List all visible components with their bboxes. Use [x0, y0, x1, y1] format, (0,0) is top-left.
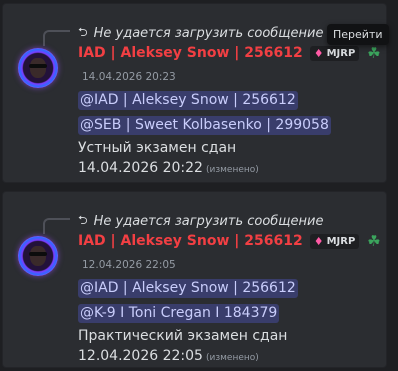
message-timestamp[interactable]: 12.04.2026 22:05 [82, 259, 176, 271]
edited-label: (изменено) [205, 165, 259, 175]
message-body: @IAD | Aleksey Snow | 256612 @K-9 I Toni… [78, 277, 298, 368]
guild-tag[interactable]: ♦ MJRP [309, 233, 360, 249]
user-mention[interactable]: @SEB | Sweet Kolbasenko | 299058 [78, 116, 331, 135]
message-date-line: 14.04.2026 20:22 (изменено) [78, 159, 331, 180]
author-name[interactable]: IAD | Aleksey Snow | 256612 [78, 233, 303, 249]
clover-icon[interactable]: ☘ [367, 232, 380, 250]
user-mention[interactable]: @IAD | Aleksey Snow | 256612 [78, 279, 298, 298]
tag-label: MJRP [326, 47, 356, 59]
message-card[interactable]: ⮌ Не удается загрузить сообщение IAD | A… [2, 3, 389, 183]
message-header: IAD | Aleksey Snow | 256612 ♦ MJRP ☘ [78, 44, 381, 62]
message-timestamp[interactable]: 14.04.2026 20:23 [82, 71, 176, 83]
reply-connector [43, 218, 70, 234]
user-mention[interactable]: @IAD | Aleksey Snow | 256612 [78, 91, 298, 110]
gem-icon: ♦ [313, 234, 324, 248]
user-mention[interactable]: @K-9 I Toni Cregan I 184379 [78, 304, 280, 323]
author-name[interactable]: IAD | Aleksey Snow | 256612 [78, 45, 303, 61]
avatar[interactable] [18, 236, 58, 276]
reply-text: Не удается загрузить сообщение [93, 26, 324, 41]
gem-icon: ♦ [313, 46, 324, 60]
tag-label: MJRP [326, 235, 356, 247]
goto-tooltip: Перейти [327, 24, 389, 45]
message-body: @IAD | Aleksey Snow | 256612 @SEB | Swee… [78, 89, 331, 180]
message-date: 12.04.2026 22:05 [78, 348, 203, 364]
edited-label: (изменено) [205, 353, 259, 363]
message-card[interactable]: ⮌ Не удается загрузить сообщение IAD | A… [2, 191, 387, 368]
reply-preview[interactable]: ⮌ Не удается загрузить сообщение [78, 211, 324, 232]
reply-preview[interactable]: ⮌ Не удается загрузить сообщение [78, 23, 324, 44]
message-date-line: 12.04.2026 22:05 (изменено) [78, 347, 298, 368]
clover-icon[interactable]: ☘ [367, 44, 380, 62]
reply-text: Не удается загрузить сообщение [93, 214, 324, 229]
guild-tag[interactable]: ♦ MJRP [309, 45, 360, 61]
reply-arrow-icon: ⮌ [78, 213, 88, 227]
reply-arrow-icon: ⮌ [78, 25, 88, 39]
message-text: Устный экзамен сдан [78, 140, 237, 156]
message-date: 14.04.2026 20:22 [78, 160, 203, 176]
message-text: Практический экзамен сдан [78, 328, 288, 344]
avatar[interactable] [18, 48, 58, 88]
reply-connector [43, 30, 70, 46]
message-header: IAD | Aleksey Snow | 256612 ♦ MJRP ☘ [78, 232, 381, 250]
